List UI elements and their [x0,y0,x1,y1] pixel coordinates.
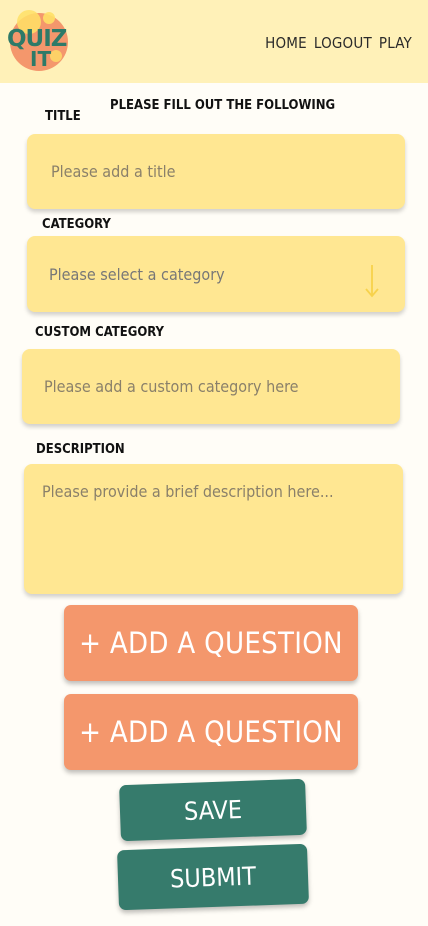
nav-home-link[interactable]: HOME [265,34,307,52]
add-question-button[interactable]: + ADD A QUESTION [64,605,358,681]
svg-text:IT: IT [30,47,51,71]
quiz-it-logo[interactable]: QUIZ IT [6,6,72,72]
nav-play-link[interactable]: PLAY [379,34,412,52]
custom-category-label: CUSTOM CATEGORY [35,325,165,340]
app-header: QUIZ IT HOME LOGOUT PLAY [0,0,428,83]
form-subtitle: PLEASE FILL OUT THE FOLLOWING [110,98,336,113]
category-placeholder: Please select a category [49,264,225,284]
nav-logout-link[interactable]: LOGOUT [314,34,372,52]
save-button[interactable]: SAVE [119,778,307,842]
arrow-down-icon [365,265,379,298]
description-label: DESCRIPTION [36,442,125,457]
submit-button[interactable]: SUBMIT [117,843,309,911]
description-textarea[interactable] [24,464,403,594]
title-label: TITLE [45,109,81,124]
category-label: CATEGORY [42,217,111,232]
main-nav: HOME LOGOUT PLAY [265,34,412,52]
custom-category-input[interactable] [22,349,400,424]
add-question-button-2[interactable]: + ADD A QUESTION [64,694,358,770]
title-input[interactable] [27,134,405,209]
category-select[interactable]: Please select a category [27,236,405,312]
